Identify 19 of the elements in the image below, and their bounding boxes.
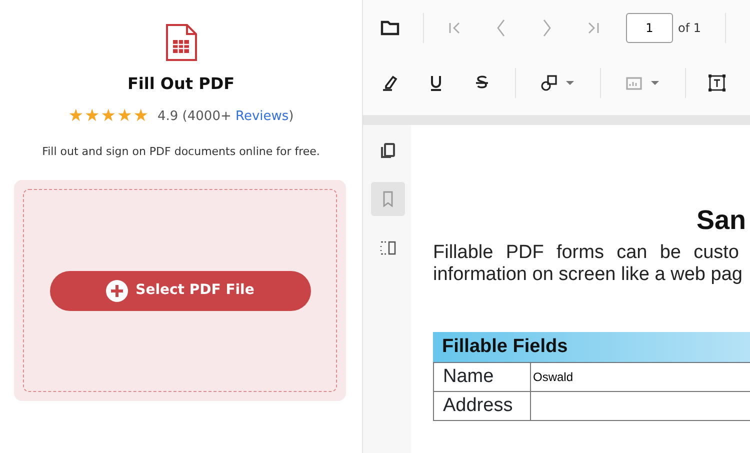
- next-page-icon: [542, 18, 552, 38]
- rating-text: 4.9 (4000+ Reviews): [158, 108, 294, 126]
- table-header: Fillable Fields: [433, 332, 750, 362]
- spreadsheet-file-icon: [165, 24, 197, 62]
- plus-icon: [106, 280, 128, 302]
- paragraph-line: information on screen like a web pag: [433, 264, 739, 286]
- page-total: of 1: [678, 20, 702, 36]
- reviews-link[interactable]: Reviews: [236, 109, 289, 124]
- previous-page-icon: [496, 18, 506, 38]
- document-heading: San: [695, 207, 746, 234]
- description: Fill out and sign on PDF documents online for free.: [42, 144, 320, 160]
- paragraph-line: Fillable PDF forms can be custo: [433, 242, 739, 264]
- select-file-button[interactable]: Select PDF File: [50, 270, 310, 310]
- page-number-field[interactable]: 1: [626, 12, 673, 42]
- star-rating: ★★★★★: [68, 105, 150, 128]
- text-box-icon: [707, 72, 727, 92]
- shapes-icon: [539, 72, 559, 92]
- copy-icon: [378, 140, 398, 160]
- tool-title: Fill Out PDF: [127, 73, 235, 95]
